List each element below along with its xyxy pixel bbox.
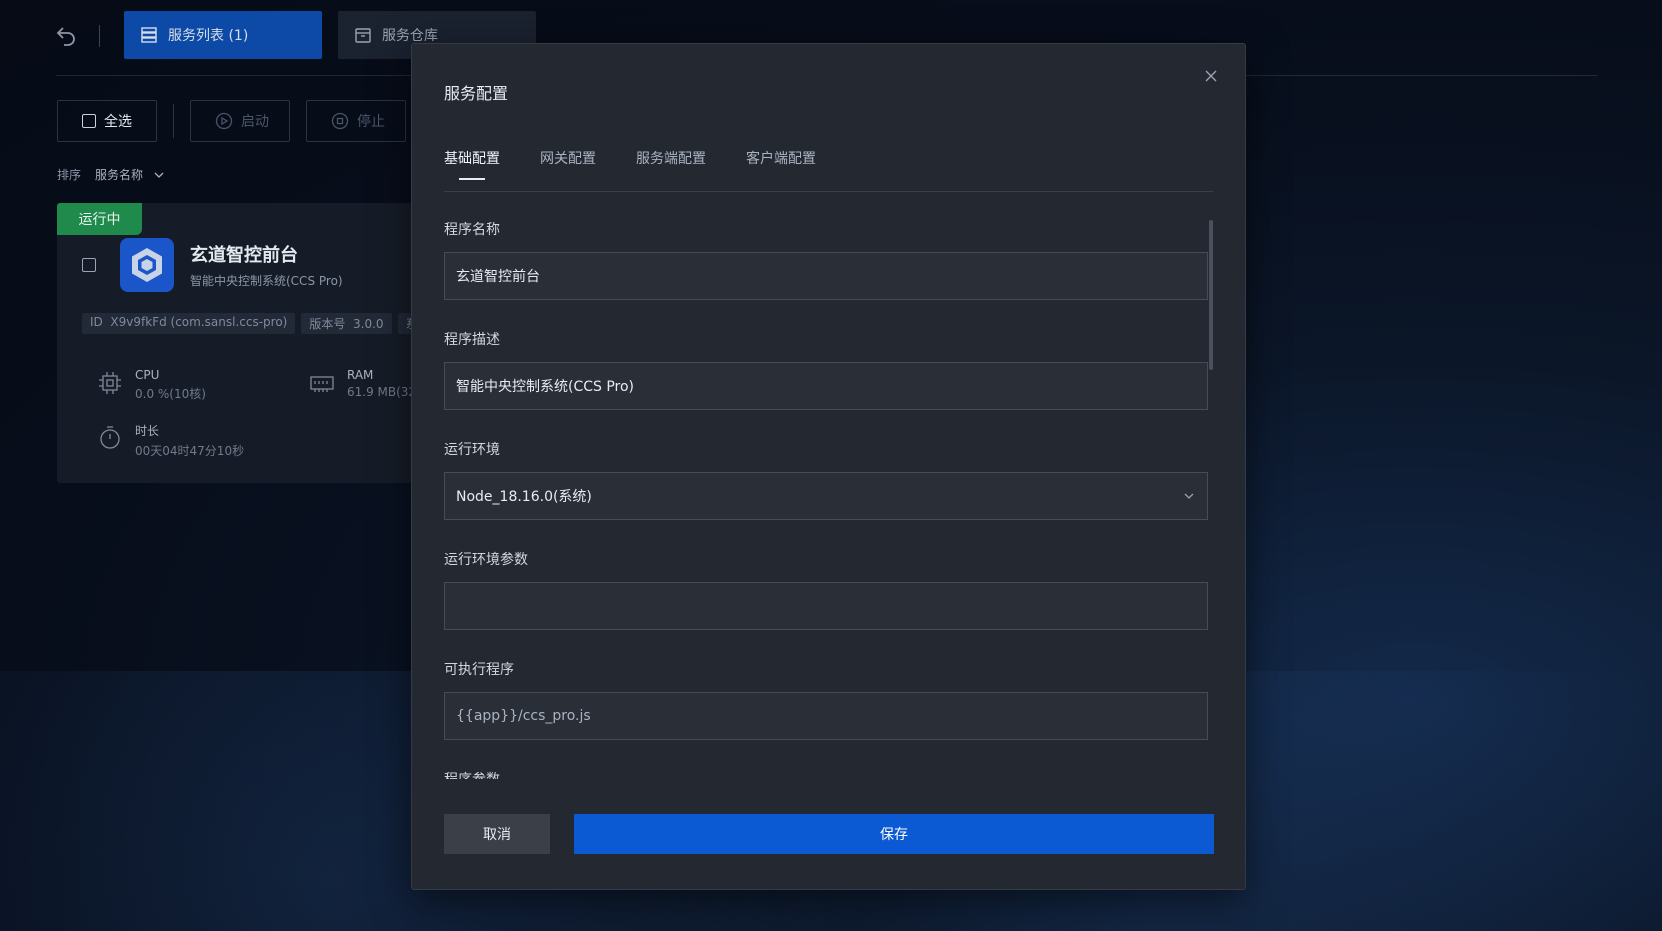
modal-title: 服务配置 <box>444 84 509 103</box>
status-badge: 运行中 <box>57 203 142 235</box>
cpu-stat: CPU 0.0 %(10核) <box>97 368 206 402</box>
sort-dropdown[interactable]: 服务名称 <box>95 166 165 183</box>
ram-value: 61.9 MB(32 <box>347 385 417 399</box>
program-name-label: 程序名称 <box>444 222 500 238</box>
program-desc-input[interactable]: 智能中央控制系统(CCS Pro) <box>444 362 1208 410</box>
toolbar-divider <box>173 104 174 138</box>
cpu-value: 0.0 %(10核) <box>135 387 206 401</box>
runtime-value: Node_18.16.0(系统) <box>456 489 592 505</box>
runtime-select[interactable]: Node_18.16.0(系统) <box>444 472 1208 520</box>
program-args-label: 程序参数 <box>444 764 1208 779</box>
list-icon <box>141 27 157 43</box>
hexagon-logo-icon <box>132 248 162 282</box>
runtime-args-input[interactable] <box>444 582 1208 630</box>
service-config-modal: 服务配置 基础配置 网关配置 服务端配置 客户端配置 程序名称 玄道智控前台 程… <box>411 43 1246 890</box>
tab-basic-config[interactable]: 基础配置 <box>444 148 500 192</box>
tab-service-repo-label: 服务仓库 <box>382 28 438 44</box>
service-card[interactable]: 运行中 玄道智控前台 智能中央控制系统(CCS Pro) ID X9v9fkFd… <box>57 203 426 483</box>
box-icon <box>355 28 371 43</box>
field-program-args: 程序参数 <box>444 764 1208 779</box>
stop-label: 停止 <box>357 114 385 130</box>
field-program-name: 程序名称 玄道智控前台 <box>444 214 1208 300</box>
tab-service-list-label: 服务列表 (1) <box>168 28 249 44</box>
tab-client-config[interactable]: 客户端配置 <box>746 148 816 192</box>
executable-input[interactable]: {{app}}/ccs_pro.js <box>444 692 1208 740</box>
start-label: 启动 <box>241 114 269 130</box>
back-icon[interactable] <box>54 23 78 47</box>
runtime-label: 运行环境 <box>444 442 500 458</box>
modal-tabs: 基础配置 网关配置 服务端配置 客户端配置 <box>444 148 1213 192</box>
timer-icon <box>100 426 120 449</box>
runtime-args-label: 运行环境参数 <box>444 552 528 568</box>
program-desc-label: 程序描述 <box>444 332 500 348</box>
cpu-label: CPU <box>135 368 160 382</box>
stop-button[interactable]: 停止 <box>306 100 406 142</box>
chevron-down-icon <box>154 172 164 178</box>
tab-gateway-config[interactable]: 网关配置 <box>540 148 596 192</box>
cancel-button[interactable]: 取消 <box>444 814 550 854</box>
service-name: 玄道智控前台 <box>190 245 298 266</box>
service-meta: ID X9v9fkFd (com.sansl.ccs-pro) 版本号 3.0.… <box>82 313 426 334</box>
sort-label: 排序 <box>57 168 82 182</box>
field-runtime: 运行环境 Node_18.16.0(系统) <box>444 434 1208 520</box>
select-all-button[interactable]: 全选 <box>57 100 157 142</box>
cpu-icon <box>99 372 121 394</box>
service-logo <box>120 238 174 292</box>
sort-control: 排序 服务名称 <box>57 166 165 183</box>
service-checkbox[interactable] <box>82 258 96 272</box>
field-runtime-args: 运行环境参数 <box>444 544 1208 630</box>
config-form[interactable]: 程序名称 玄道智控前台 程序描述 智能中央控制系统(CCS Pro) 运行环境 … <box>444 214 1208 779</box>
save-button[interactable]: 保存 <box>574 814 1214 854</box>
ram-icon <box>310 376 334 392</box>
duration-label: 时长 <box>135 424 160 438</box>
play-circle-icon <box>215 112 233 130</box>
stop-circle-icon <box>331 112 349 130</box>
service-id-tag: ID X9v9fkFd (com.sansl.ccs-pro) <box>82 313 296 334</box>
duration-value: 00天04时47分10秒 <box>135 444 245 458</box>
ram-label: RAM <box>347 368 374 382</box>
service-description: 智能中央控制系统(CCS Pro) <box>190 274 343 288</box>
sort-value: 服务名称 <box>95 168 144 182</box>
chevron-down-icon <box>1184 493 1194 499</box>
top-divider <box>99 25 100 47</box>
ram-stat: RAM 61.9 MB(32 <box>309 368 416 399</box>
executable-label: 可执行程序 <box>444 662 514 678</box>
form-scrollbar[interactable] <box>1209 220 1213 370</box>
select-all-label: 全选 <box>104 114 132 130</box>
start-button[interactable]: 启动 <box>190 100 290 142</box>
tab-service-list[interactable]: 服务列表 (1) <box>124 11 322 59</box>
tab-server-config[interactable]: 服务端配置 <box>636 148 706 192</box>
close-icon[interactable] <box>1203 68 1219 84</box>
field-program-desc: 程序描述 智能中央控制系统(CCS Pro) <box>444 324 1208 410</box>
service-version-tag: 版本号 3.0.0 <box>301 313 392 334</box>
checkbox-icon <box>82 114 96 128</box>
field-executable: 可执行程序 {{app}}/ccs_pro.js <box>444 654 1208 740</box>
duration-stat: 时长 00天04时47分10秒 <box>97 422 244 459</box>
program-name-input[interactable]: 玄道智控前台 <box>444 252 1208 300</box>
